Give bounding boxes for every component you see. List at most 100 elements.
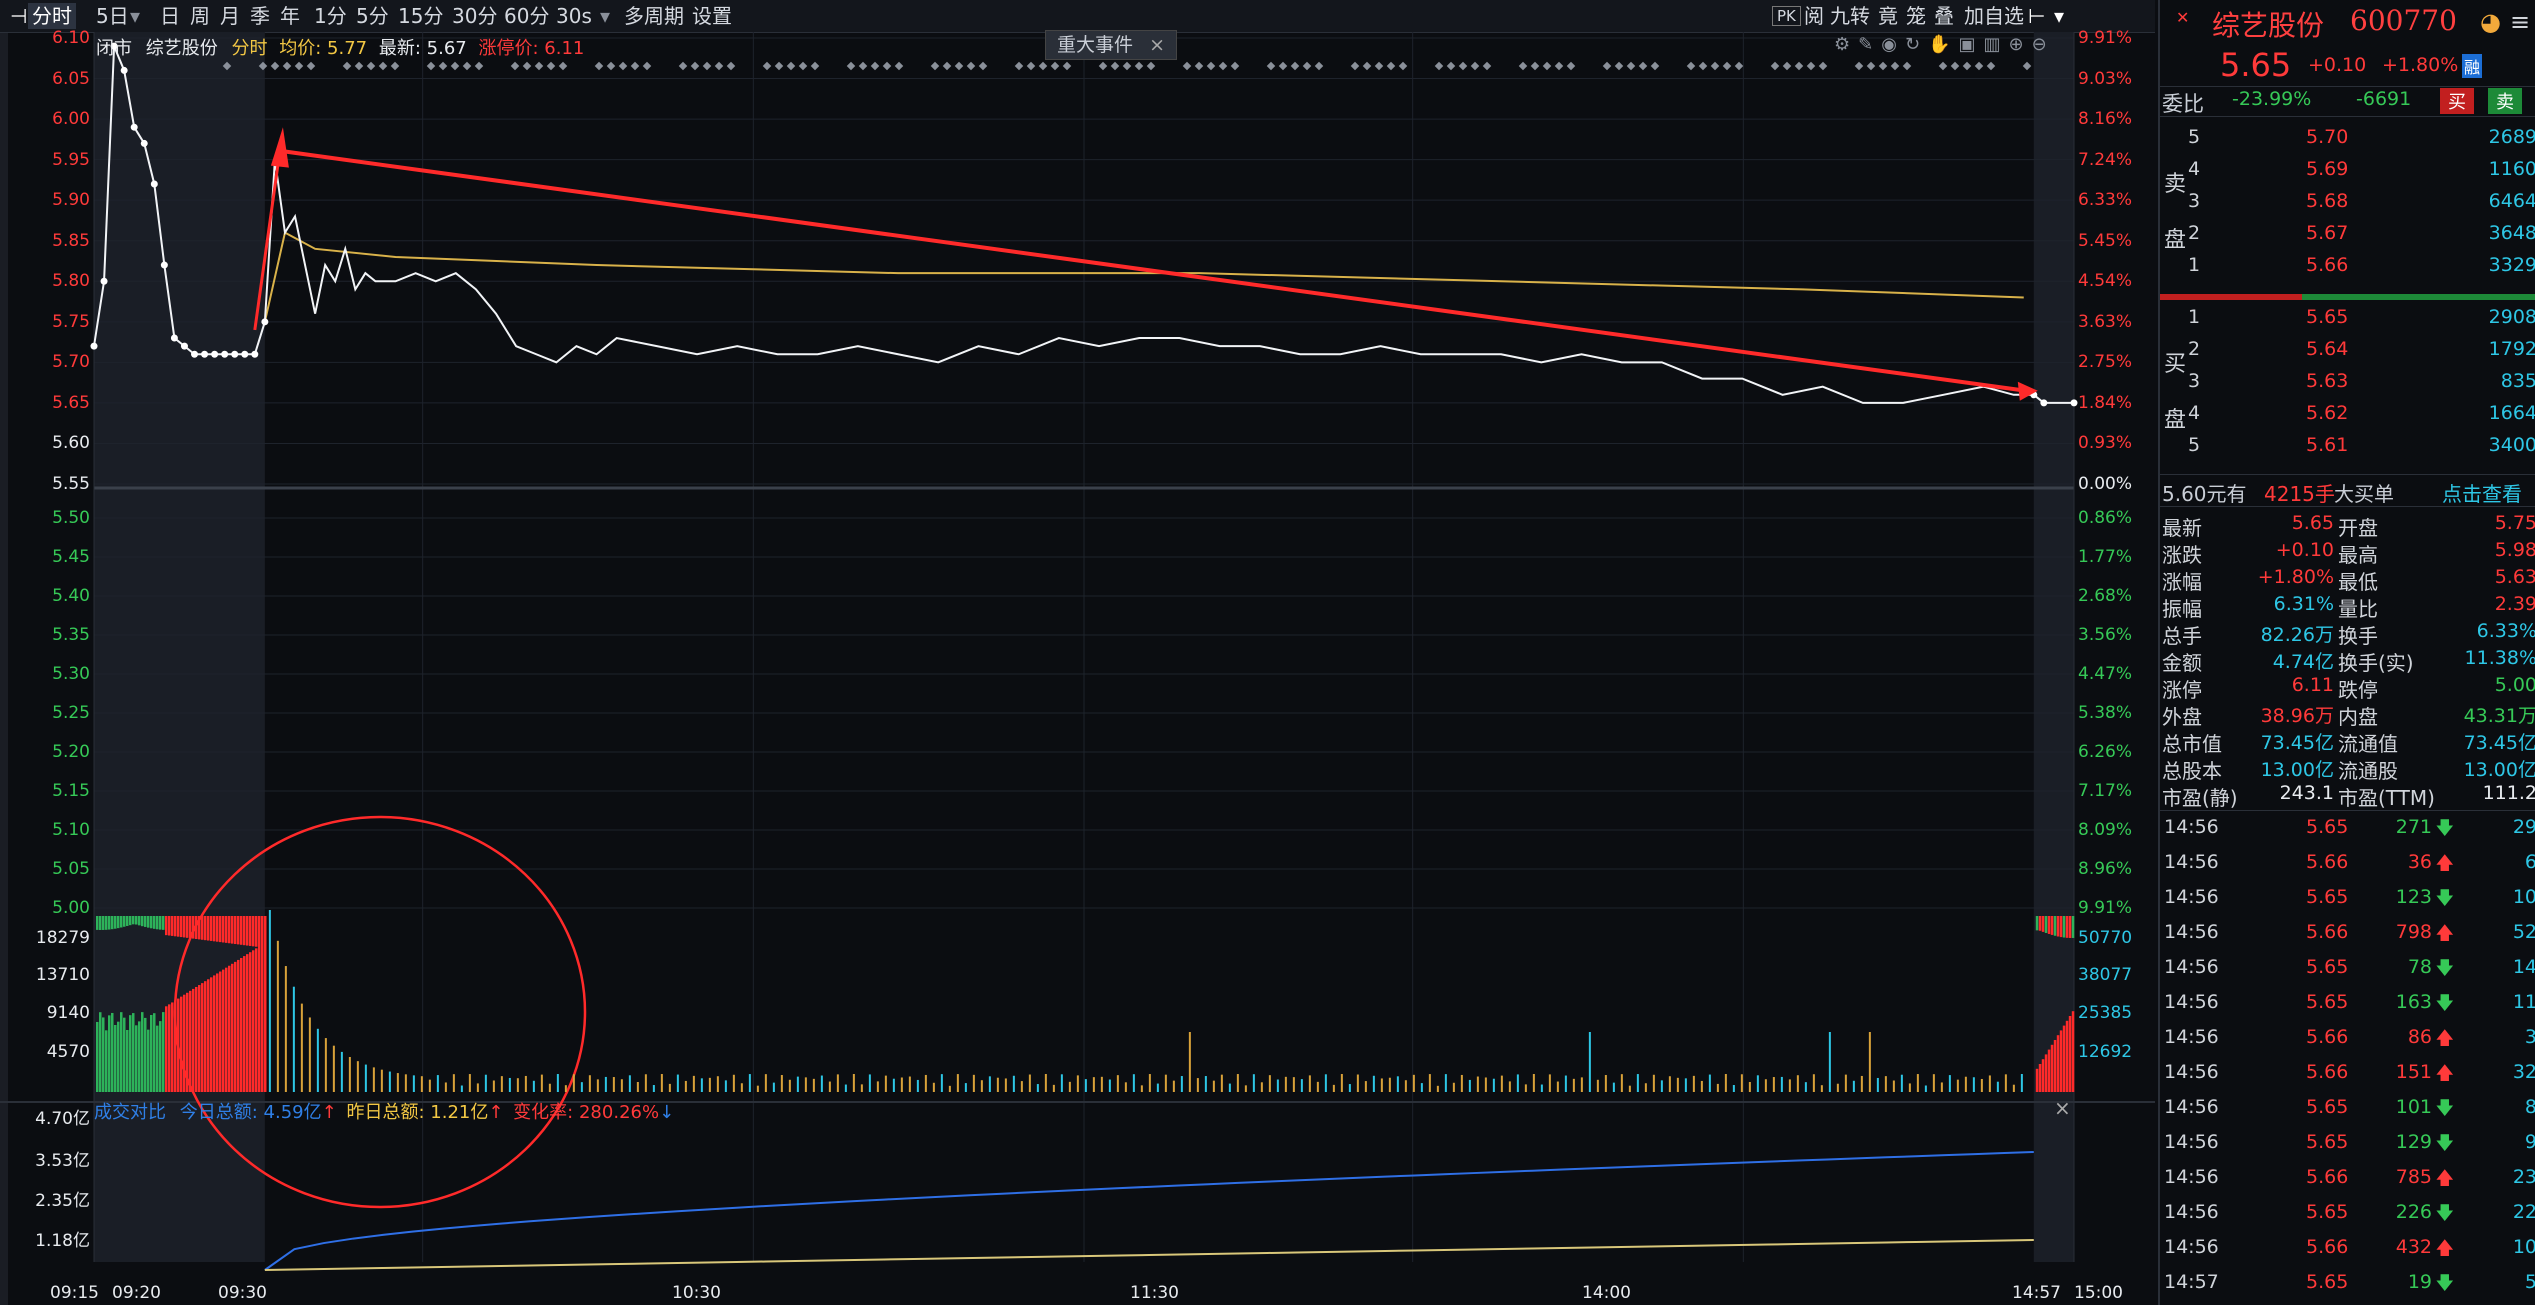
close-icon[interactable]: × — [2054, 1096, 2071, 1120]
tick-row: 14:56 5.65 271 🡇 29 — [2160, 816, 2535, 843]
volume-bar — [444, 1082, 447, 1092]
auction-bar — [153, 916, 156, 929]
volume-bar — [1324, 1074, 1327, 1092]
pen-icon[interactable]: ✎ — [1858, 34, 1881, 55]
event-tab[interactable]: 重大事件 × — [1045, 30, 1177, 60]
volume-bar — [1340, 1074, 1343, 1092]
event-marker — [1602, 61, 1612, 71]
zoom-in-icon[interactable]: ⊕ — [2009, 34, 2032, 55]
volume-bar — [732, 1074, 735, 1092]
sell-button[interactable]: 卖 — [2488, 88, 2522, 114]
dropdown-arrow-icon[interactable]: ▾ — [596, 3, 614, 29]
auction-bar — [249, 916, 252, 946]
event-marker — [1062, 61, 1072, 71]
menu-icon[interactable]: ≡ — [2510, 8, 2530, 36]
event-marker — [1962, 61, 1972, 71]
tool-jiuzhuan[interactable]: 九转 — [1826, 3, 1874, 29]
volume-bar — [1276, 1079, 1279, 1092]
tool-yue[interactable]: 阅 — [1800, 3, 1828, 29]
tab-multi-period[interactable]: 多周期 — [620, 3, 688, 29]
tick-time: 14:56 — [2164, 851, 2219, 873]
settings-icon[interactable]: ⚙ — [1834, 34, 1858, 55]
pk-icon[interactable]: PK — [1772, 6, 1801, 26]
up-arrow-icon: 🡅 — [2435, 1063, 2454, 1084]
volume-bar — [1628, 1085, 1631, 1092]
volume-bar — [252, 950, 255, 1092]
volume-bar — [153, 1013, 156, 1092]
dropdown-arrow-icon[interactable]: ▾ — [2050, 3, 2068, 29]
volume-axis-right-label: 12692 — [2078, 1042, 2133, 1062]
auction-bar — [237, 916, 240, 945]
tab-15min[interactable]: 15分 — [394, 3, 447, 29]
event-marker — [474, 61, 484, 71]
tab-1min[interactable]: 1分 — [310, 3, 351, 29]
delete-icon[interactable]: ▥ — [1983, 34, 2008, 55]
down-arrow-icon: 🡇 — [2435, 958, 2454, 979]
event-marker — [1038, 61, 1048, 71]
big-order-link[interactable]: 点击查看 — [2442, 478, 2522, 507]
volume-bar — [1868, 1032, 1871, 1092]
auction-bar — [183, 916, 186, 938]
volume-bar — [2044, 1054, 2048, 1092]
volume-bar — [1108, 1079, 1111, 1092]
auction-bar — [261, 916, 264, 948]
volume-bar — [868, 1074, 871, 1092]
settings-button[interactable]: 设置 — [688, 3, 736, 29]
auction-bar — [198, 916, 201, 940]
tab-5min[interactable]: 5分 — [352, 3, 393, 29]
tick-price: 5.66 — [2306, 1236, 2349, 1258]
tick-count: 8 — [2524, 1096, 2535, 1118]
tool-long[interactable]: 笼 — [1902, 3, 1930, 29]
event-marker — [1050, 61, 1060, 71]
volume-bar — [105, 1030, 108, 1092]
add-watchlist-button[interactable]: 加自选 — [1960, 3, 2028, 29]
event-marker — [1626, 61, 1636, 71]
quote-label: 换手(实) — [2338, 651, 2414, 675]
auction-bar — [174, 916, 177, 937]
tab-60min[interactable]: 60分 — [500, 3, 553, 29]
tick-time: 14:56 — [2164, 991, 2219, 1013]
panel-toggle-icon[interactable]: ⊢ — [2024, 3, 2049, 29]
tab-day[interactable]: 日 — [156, 3, 184, 29]
tick-price: 5.65 — [2306, 991, 2349, 1013]
buy-side-label: 买 — [2160, 346, 2535, 377]
volume-bar — [1204, 1076, 1207, 1092]
volume-bar — [129, 1015, 132, 1092]
eye-icon[interactable]: ◉ — [1881, 34, 1905, 55]
quote-value: 13.00亿 — [2463, 759, 2535, 781]
zoom-out-icon[interactable]: ⊖ — [2032, 34, 2055, 55]
time-axis-label: 10:30 — [672, 1283, 721, 1303]
collapse-icon[interactable]: ✕ — [2176, 8, 2189, 27]
chart-pie-icon[interactable]: ◕ — [2480, 8, 2501, 36]
volume-bar — [1508, 1081, 1511, 1092]
close-icon[interactable]: × — [1149, 34, 1165, 56]
auction-bar — [99, 916, 102, 930]
tool-overlay[interactable]: 叠 — [1930, 3, 1958, 29]
event-marker — [2022, 61, 2032, 71]
tab-season[interactable]: 季 — [246, 3, 274, 29]
buy-button[interactable]: 买 — [2440, 88, 2474, 114]
hand-icon[interactable]: ✋ — [1928, 34, 1958, 55]
tab-year[interactable]: 年 — [276, 3, 304, 29]
sell-side-label: 盘 — [2160, 222, 2535, 253]
volume-bar — [940, 1074, 943, 1092]
event-marker — [1146, 61, 1156, 71]
volume-bar — [772, 1082, 775, 1092]
down-arrow-icon: 🡇 — [2435, 818, 2454, 839]
tab-month[interactable]: 月 — [216, 3, 244, 29]
tab-week[interactable]: 周 — [186, 3, 214, 29]
tab-intraday[interactable]: 分时 — [28, 3, 76, 29]
tab-30s[interactable]: 30s — [552, 3, 596, 29]
event-marker — [1554, 61, 1564, 71]
lock-icon[interactable]: ▣ — [1958, 34, 1983, 55]
auction-bar — [96, 916, 99, 930]
yesterday-total-value: 1.21亿 — [430, 1102, 489, 1123]
tool-jing[interactable]: 竟 — [1874, 3, 1902, 29]
refresh-icon[interactable]: ↻ — [1905, 34, 1928, 55]
tab-30min[interactable]: 30分 — [448, 3, 501, 29]
volume-bar — [1012, 1075, 1015, 1092]
volume-bar — [1172, 1080, 1175, 1092]
dropdown-arrow-icon[interactable]: ▾ — [126, 3, 144, 29]
tick-volume: 798 — [2395, 921, 2432, 943]
volume-bar — [135, 1025, 138, 1092]
